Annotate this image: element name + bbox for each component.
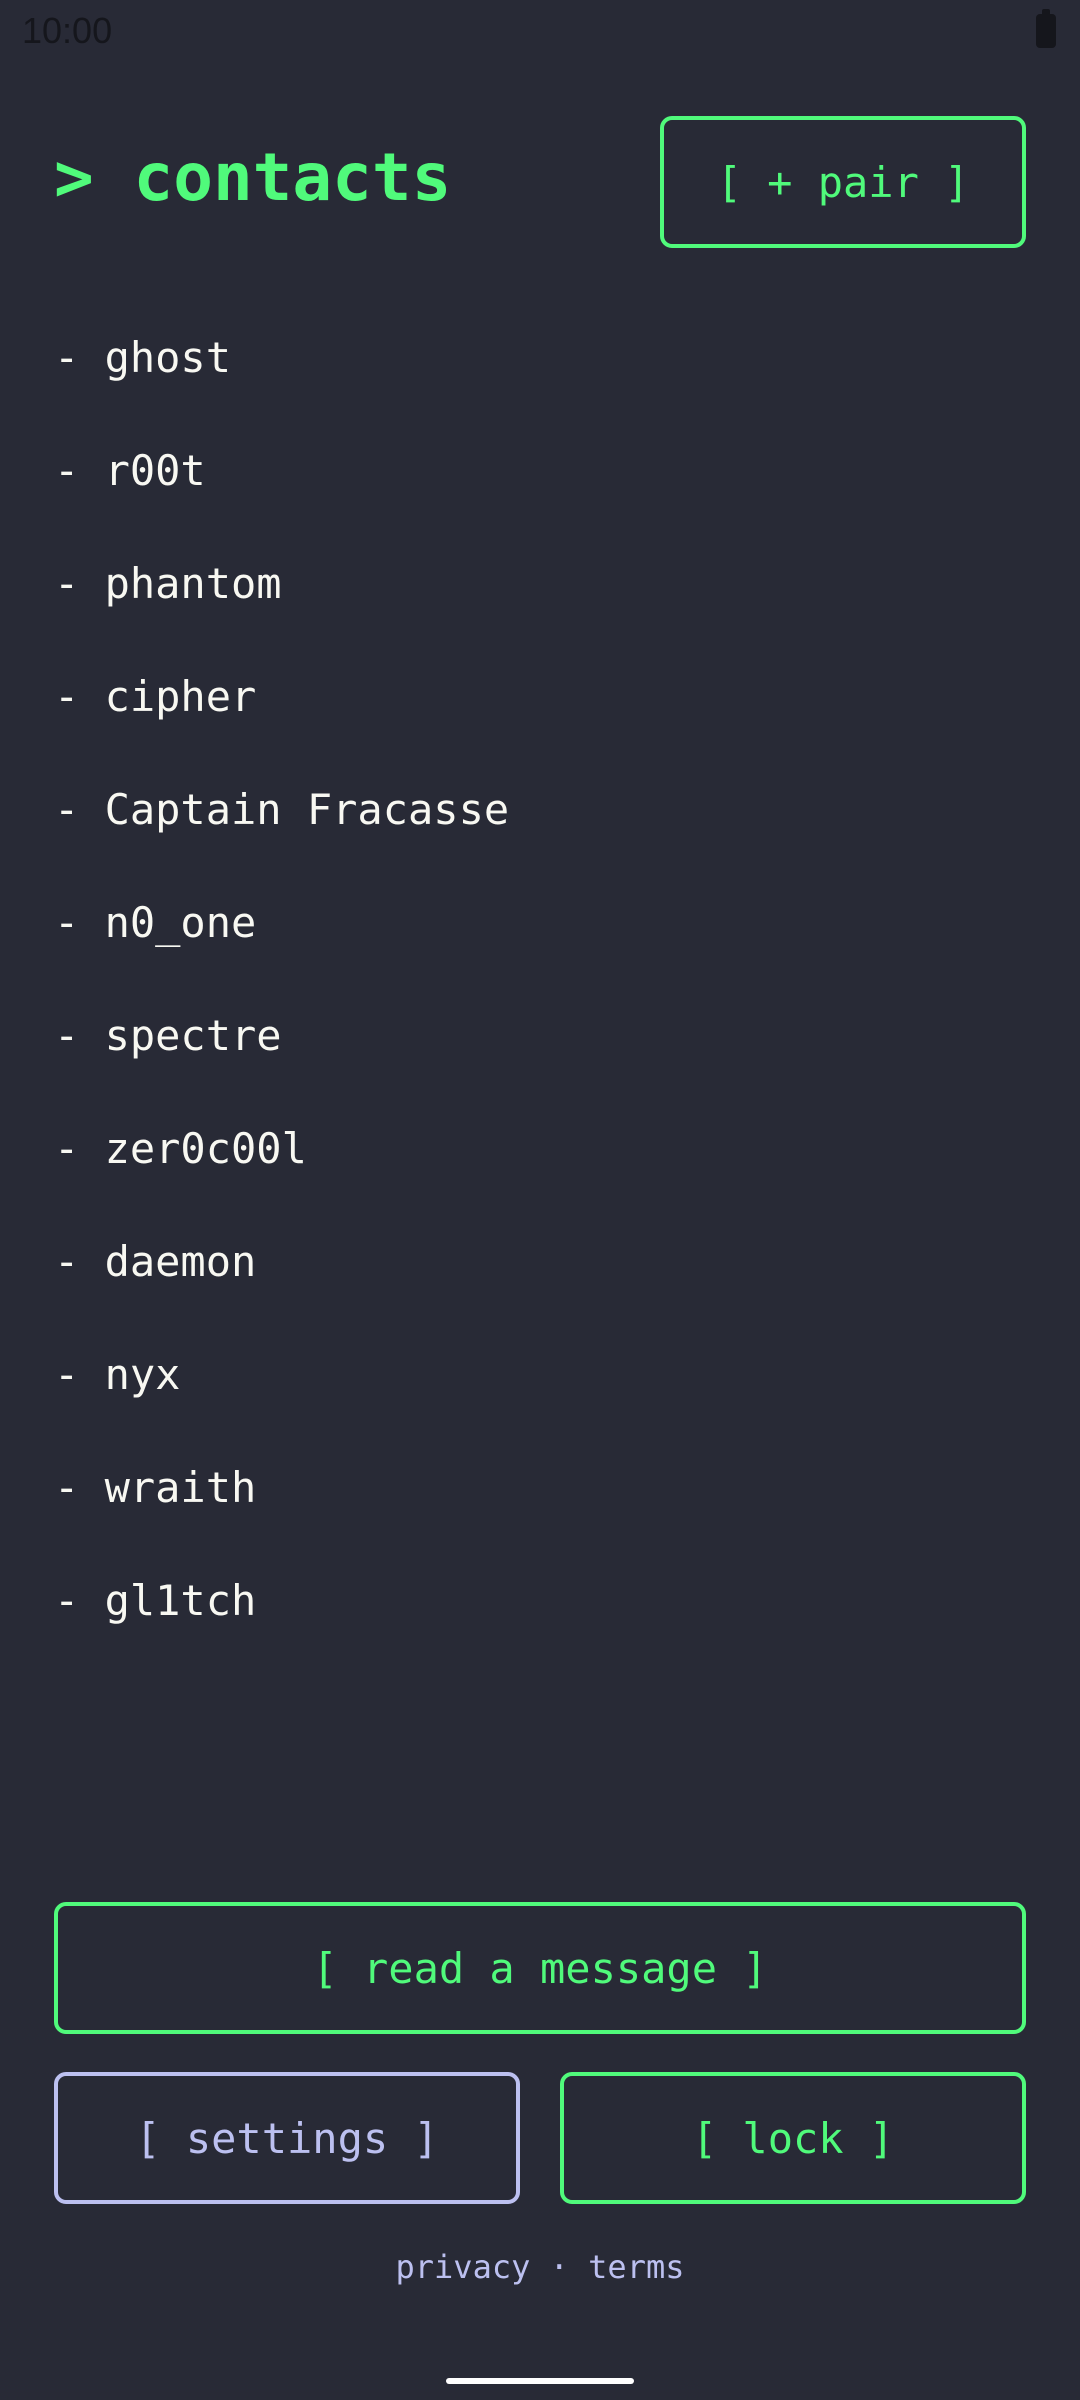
contact-item[interactable]: - nyx — [54, 1337, 1026, 1450]
contact-item[interactable]: - Captain Fracasse — [54, 772, 1026, 885]
page-title: > contacts — [54, 139, 452, 216]
terms-link[interactable]: terms — [588, 2248, 684, 2286]
contact-item[interactable]: - r00t — [54, 433, 1026, 546]
privacy-link[interactable]: privacy — [396, 2248, 531, 2286]
contact-item[interactable]: - n0_one — [54, 885, 1026, 998]
footer-separator: · — [530, 2248, 589, 2286]
status-bar: 10:00 — [0, 0, 1080, 64]
contact-item[interactable]: - zer0c00l — [54, 1111, 1026, 1224]
header: > contacts [ + pair ] — [54, 116, 1026, 248]
status-time: 10:00 — [22, 10, 113, 51]
home-indicator[interactable] — [446, 2378, 634, 2384]
pair-button[interactable]: [ + pair ] — [660, 116, 1026, 248]
contact-item[interactable]: - cipher — [54, 659, 1026, 772]
contact-item[interactable]: - spectre — [54, 998, 1026, 1111]
contact-item[interactable]: - ghost — [54, 320, 1026, 433]
read-message-button[interactable]: [ read a message ] — [54, 1902, 1026, 2034]
lock-button[interactable]: [ lock ] — [560, 2072, 1026, 2204]
battery-icon — [1036, 9, 1056, 48]
contact-item[interactable]: - wraith — [54, 1450, 1026, 1563]
settings-button[interactable]: [ settings ] — [54, 2072, 520, 2204]
contact-item[interactable]: - daemon — [54, 1224, 1026, 1337]
contact-list: - ghost - r00t - phantom - cipher - Capt… — [54, 320, 1026, 1676]
contact-item[interactable]: - phantom — [54, 546, 1026, 659]
contact-item[interactable]: - gl1tch — [54, 1563, 1026, 1676]
footer-links: privacy · terms — [0, 2248, 1080, 2286]
